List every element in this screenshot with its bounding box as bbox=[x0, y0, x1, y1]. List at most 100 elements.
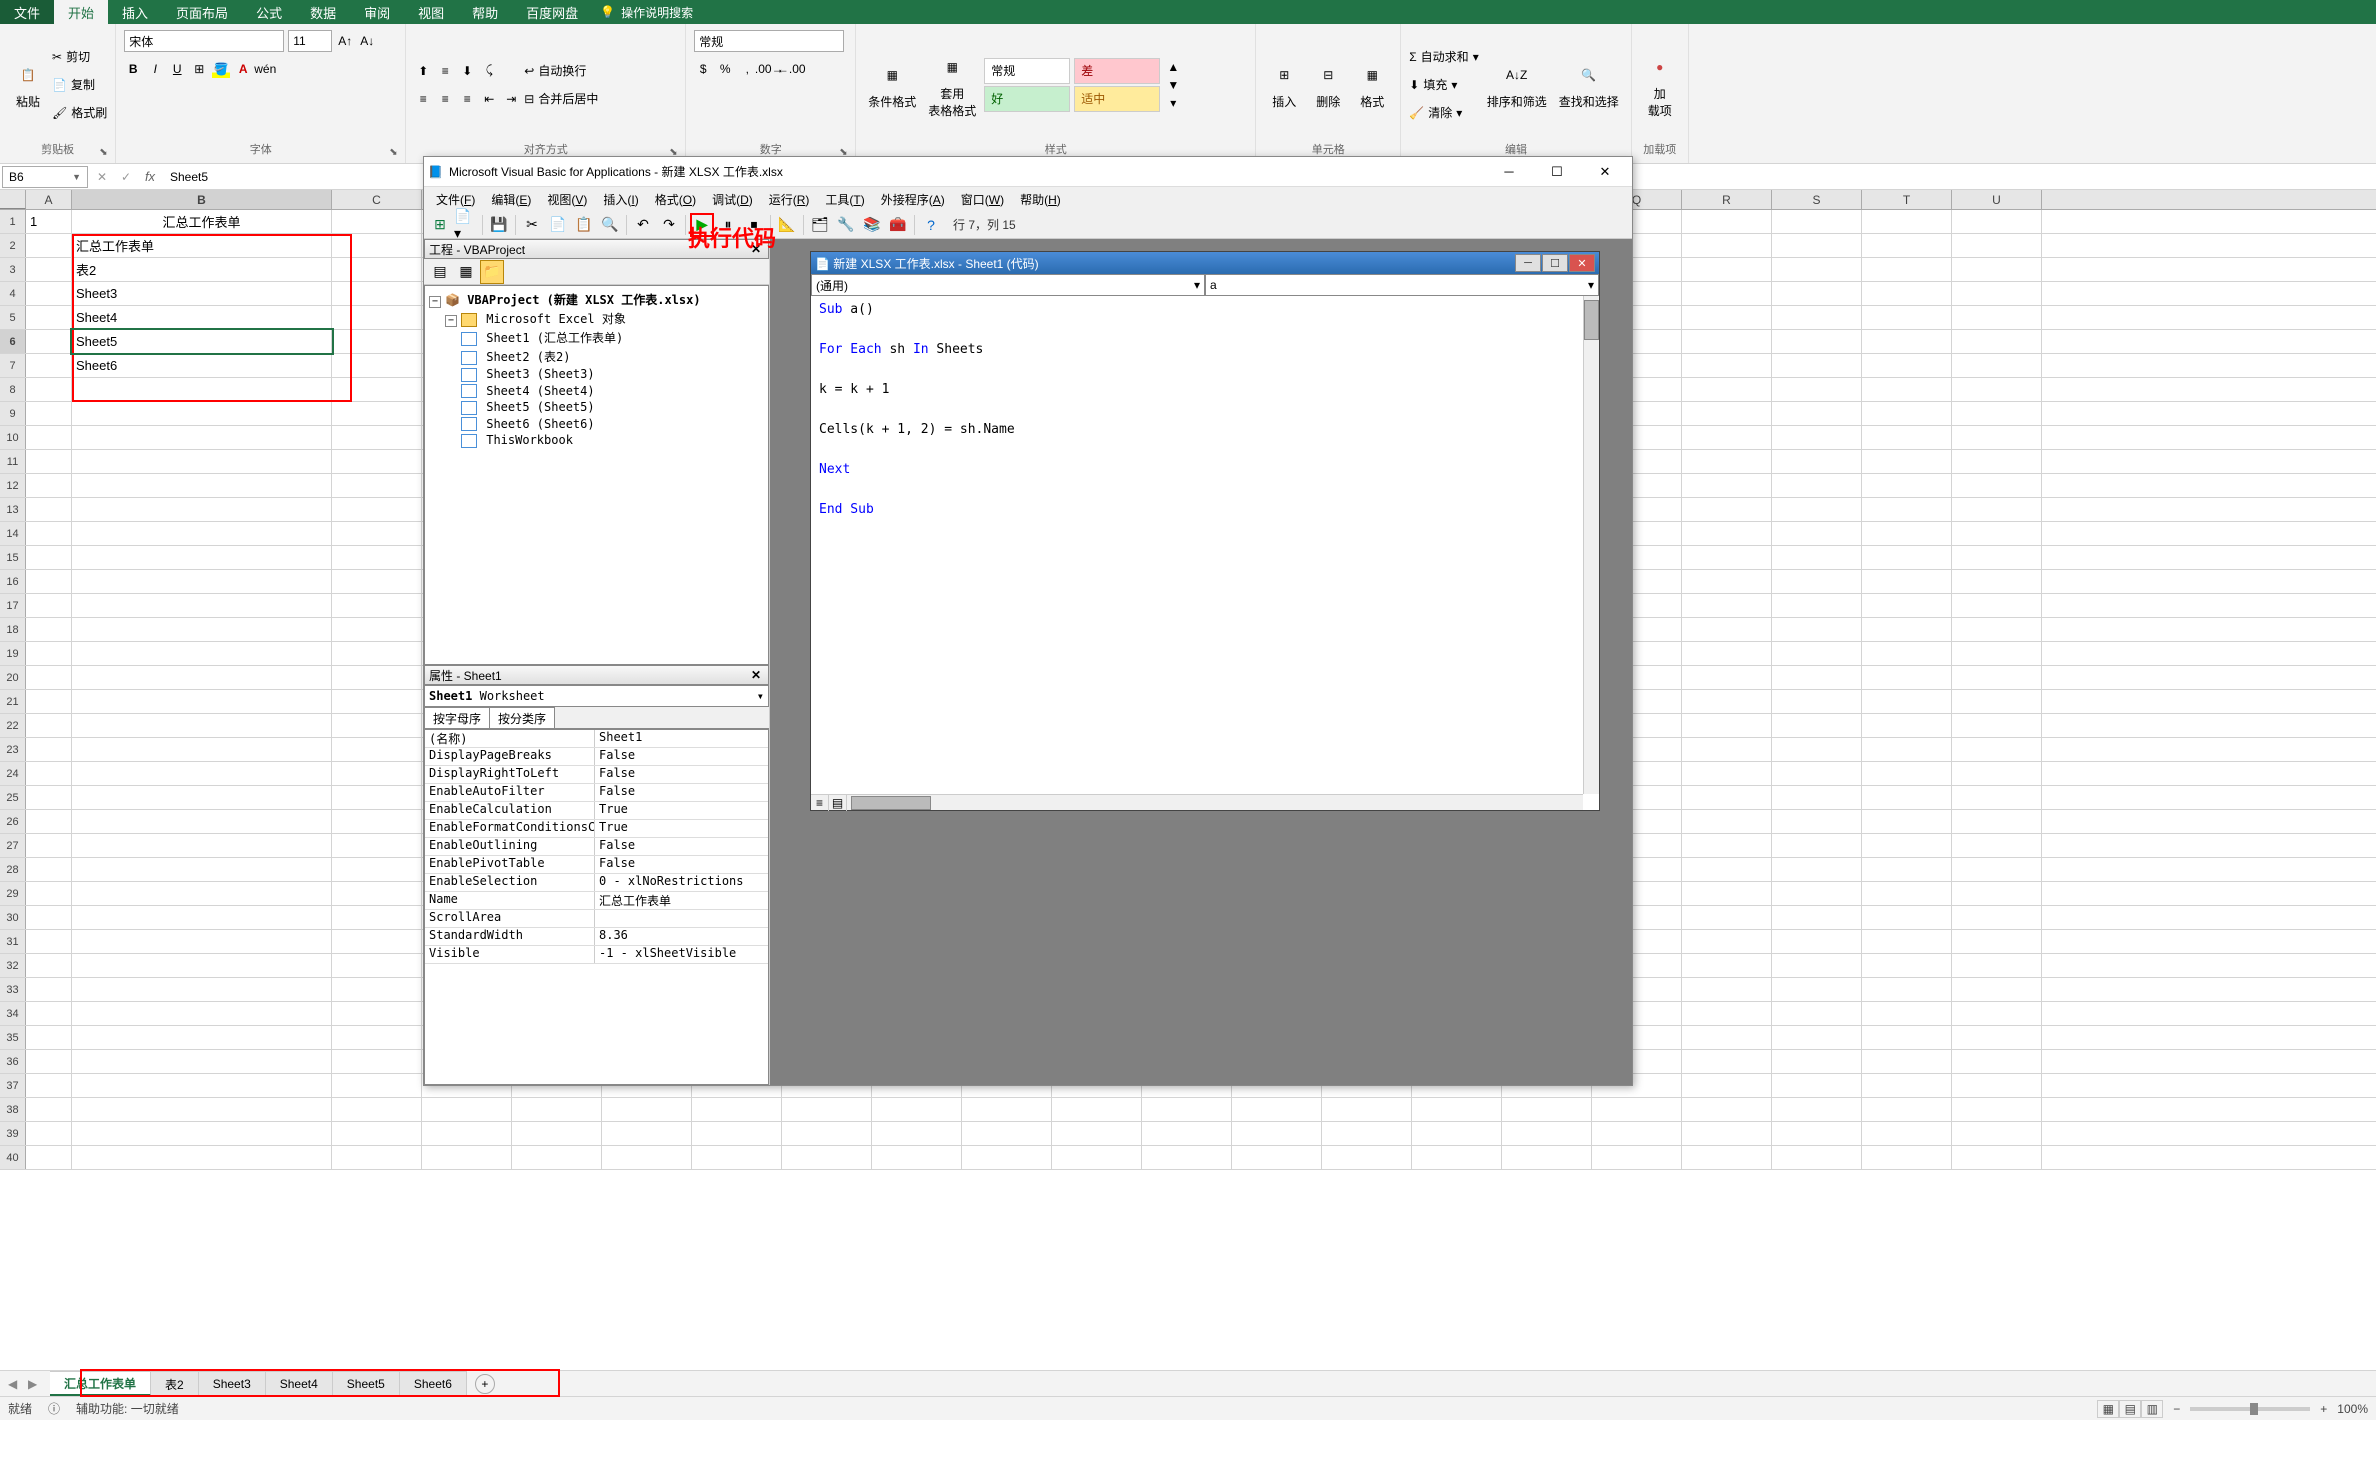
row-header-8[interactable]: 8 bbox=[0, 378, 26, 401]
cell-A4[interactable] bbox=[26, 282, 72, 305]
cell-R22[interactable] bbox=[1682, 714, 1772, 737]
cell-F39[interactable] bbox=[602, 1122, 692, 1145]
cell-U37[interactable] bbox=[1952, 1074, 2042, 1097]
prop-value[interactable]: False bbox=[595, 748, 768, 765]
cell-Q39[interactable] bbox=[1592, 1122, 1682, 1145]
cell-C3[interactable] bbox=[332, 258, 422, 281]
confirm-formula-icon[interactable]: ✓ bbox=[114, 166, 138, 188]
cell-E40[interactable] bbox=[512, 1146, 602, 1169]
cell-C6[interactable] bbox=[332, 330, 422, 353]
procedure-view-icon[interactable]: ≡ bbox=[811, 795, 829, 811]
cell-B13[interactable] bbox=[72, 498, 332, 521]
cell-B14[interactable] bbox=[72, 522, 332, 545]
cell-T30[interactable] bbox=[1862, 906, 1952, 929]
cell-U30[interactable] bbox=[1952, 906, 2042, 929]
prop-value[interactable]: Sheet1 bbox=[595, 730, 768, 747]
font-name-select[interactable] bbox=[124, 30, 284, 52]
paste-button[interactable]: 📋 粘贴 bbox=[8, 55, 48, 114]
cell-S40[interactable] bbox=[1772, 1146, 1862, 1169]
cell-C21[interactable] bbox=[332, 690, 422, 713]
prop-row-5[interactable]: EnableFormatConditionsCalculationTrue bbox=[425, 820, 768, 838]
cell-B16[interactable] bbox=[72, 570, 332, 593]
view-code-icon[interactable]: ▤ bbox=[428, 260, 452, 284]
row-header-5[interactable]: 5 bbox=[0, 306, 26, 329]
cell-C15[interactable] bbox=[332, 546, 422, 569]
sheet-tab-3[interactable]: Sheet4 bbox=[266, 1371, 333, 1396]
col-header-T[interactable]: T bbox=[1862, 190, 1952, 209]
cell-P38[interactable] bbox=[1502, 1098, 1592, 1121]
cell-L40[interactable] bbox=[1142, 1146, 1232, 1169]
cell-B2[interactable]: 汇总工作表单 bbox=[72, 234, 332, 257]
underline-button[interactable]: U bbox=[168, 60, 186, 78]
cell-U18[interactable] bbox=[1952, 618, 2042, 641]
cell-U6[interactable] bbox=[1952, 330, 2042, 353]
cell-C25[interactable] bbox=[332, 786, 422, 809]
cell-R38[interactable] bbox=[1682, 1098, 1772, 1121]
cell-U10[interactable] bbox=[1952, 426, 2042, 449]
cell-A40[interactable] bbox=[26, 1146, 72, 1169]
increase-decimal-icon[interactable]: .00→ bbox=[760, 60, 778, 78]
cell-U15[interactable] bbox=[1952, 546, 2042, 569]
prop-row-11[interactable]: StandardWidth8.36 bbox=[425, 928, 768, 946]
cell-C19[interactable] bbox=[332, 642, 422, 665]
style-bad[interactable]: 差 bbox=[1074, 58, 1160, 84]
cell-B36[interactable] bbox=[72, 1050, 332, 1073]
tab-home[interactable]: 开始 bbox=[54, 0, 108, 24]
props-tab-category[interactable]: 按分类序 bbox=[489, 707, 555, 728]
project-root-label[interactable]: VBAProject (新建 XLSX 工作表.xlsx) bbox=[467, 293, 700, 307]
cell-C16[interactable] bbox=[332, 570, 422, 593]
cell-U25[interactable] bbox=[1952, 786, 2042, 809]
cell-T35[interactable] bbox=[1862, 1026, 1952, 1049]
full-module-view-icon[interactable]: ▤ bbox=[829, 795, 847, 811]
cell-K40[interactable] bbox=[1052, 1146, 1142, 1169]
cell-U26[interactable] bbox=[1952, 810, 2042, 833]
cell-T10[interactable] bbox=[1862, 426, 1952, 449]
cell-O40[interactable] bbox=[1412, 1146, 1502, 1169]
cell-A5[interactable] bbox=[26, 306, 72, 329]
cell-S32[interactable] bbox=[1772, 954, 1862, 977]
cell-A32[interactable] bbox=[26, 954, 72, 977]
cell-M39[interactable] bbox=[1232, 1122, 1322, 1145]
cell-G39[interactable] bbox=[692, 1122, 782, 1145]
cell-A2[interactable] bbox=[26, 234, 72, 257]
cell-R5[interactable] bbox=[1682, 306, 1772, 329]
cell-U34[interactable] bbox=[1952, 1002, 2042, 1025]
code-close-button[interactable]: ✕ bbox=[1569, 254, 1595, 272]
vba-close-button[interactable]: ✕ bbox=[1582, 158, 1628, 186]
vba-save-icon[interactable]: 💾 bbox=[487, 213, 511, 237]
cell-C34[interactable] bbox=[332, 1002, 422, 1025]
cell-R7[interactable] bbox=[1682, 354, 1772, 377]
row-header-35[interactable]: 35 bbox=[0, 1026, 26, 1049]
cell-S7[interactable] bbox=[1772, 354, 1862, 377]
cell-B25[interactable] bbox=[72, 786, 332, 809]
cell-C7[interactable] bbox=[332, 354, 422, 377]
project-tree[interactable]: −📦 VBAProject (新建 XLSX 工作表.xlsx) − Micro… bbox=[424, 285, 769, 665]
cell-C30[interactable] bbox=[332, 906, 422, 929]
row-header-27[interactable]: 27 bbox=[0, 834, 26, 857]
cell-J40[interactable] bbox=[962, 1146, 1052, 1169]
cell-D39[interactable] bbox=[422, 1122, 512, 1145]
cell-T25[interactable] bbox=[1862, 786, 1952, 809]
orientation-icon[interactable]: ⤹ bbox=[480, 62, 498, 80]
cell-B12[interactable] bbox=[72, 474, 332, 497]
prop-value[interactable]: False bbox=[595, 784, 768, 801]
prop-row-1[interactable]: DisplayPageBreaksFalse bbox=[425, 748, 768, 766]
cell-S27[interactable] bbox=[1772, 834, 1862, 857]
row-header-9[interactable]: 9 bbox=[0, 402, 26, 425]
cell-S19[interactable] bbox=[1772, 642, 1862, 665]
cell-S36[interactable] bbox=[1772, 1050, 1862, 1073]
increase-indent-icon[interactable]: ⇥ bbox=[502, 90, 520, 108]
sheet-nav-next-icon[interactable]: ▶ bbox=[28, 1377, 42, 1391]
cell-U16[interactable] bbox=[1952, 570, 2042, 593]
cell-T32[interactable] bbox=[1862, 954, 1952, 977]
prop-value[interactable]: False bbox=[595, 856, 768, 873]
cell-S34[interactable] bbox=[1772, 1002, 1862, 1025]
cell-R13[interactable] bbox=[1682, 498, 1772, 521]
cell-A3[interactable] bbox=[26, 258, 72, 281]
cell-R12[interactable] bbox=[1682, 474, 1772, 497]
find-select-button[interactable]: 🔍查找和选择 bbox=[1555, 55, 1623, 114]
italic-button[interactable]: I bbox=[146, 60, 164, 78]
cell-R11[interactable] bbox=[1682, 450, 1772, 473]
cell-S18[interactable] bbox=[1772, 618, 1862, 641]
cell-B21[interactable] bbox=[72, 690, 332, 713]
